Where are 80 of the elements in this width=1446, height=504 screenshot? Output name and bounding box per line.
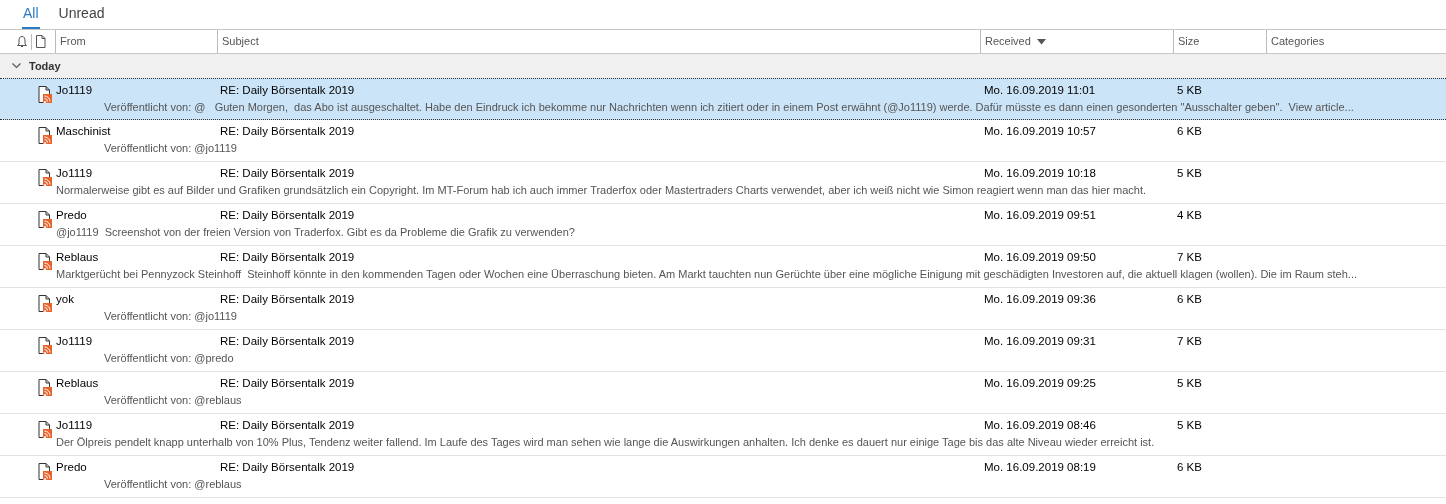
sender-name: Jo1119: [56, 334, 94, 350]
subject-text: RE: Daily Börsentalk 2019: [220, 460, 356, 476]
rss-document-icon: [38, 252, 52, 270]
column-header[interactable]: Subject: [222, 33, 259, 50]
sender-name: Maschinist: [56, 124, 112, 140]
group-label: Today: [29, 58, 61, 74]
attachment-document-icon[interactable]: [35, 35, 46, 48]
sender-name: Jo1119: [56, 166, 94, 182]
column-header[interactable]: Received: [985, 33, 1031, 50]
message-preview: Veröffentlicht von: @reblaus: [104, 393, 242, 408]
message-preview: Normalerweise gibt es auf Bilder und Grafiken grundsätzlich ein Copyright. Im MT-Forum hab ich auch immer Traderfox oder Mastertraders Charts verwendet, aber ich weiß nicht wie Simon reagiert wenn man das hier macht.: [56, 183, 1147, 198]
rss-document-icon: [38, 336, 52, 354]
message-preview: Veröffentlicht von: @jo1119: [104, 141, 237, 156]
subject-text: RE: Daily Börsentalk 2019: [220, 83, 356, 99]
received-date: Mo. 16.09.2019 09:25: [984, 376, 1097, 392]
sender-name: yok: [56, 292, 75, 308]
rss-document-icon: [38, 210, 52, 228]
sender-name: Reblaus: [56, 250, 100, 266]
received-date: Mo. 16.09.2019 09:51: [984, 208, 1097, 224]
message-size: 6 KB: [1177, 124, 1203, 140]
chevron-down-icon[interactable]: [12, 63, 21, 69]
sender-name: Jo1119: [56, 83, 94, 99]
message-row[interactable]: Jo1119 RE: Daily Börsentalk 2019 Mo. 16.09.2019 09:31 7 KB Veröffentlicht von: @predo: [0, 330, 1446, 372]
rss-document-icon: [38, 168, 52, 186]
received-date: Mo. 16.09.2019 09:50: [984, 250, 1097, 266]
rss-document-icon: [38, 378, 52, 396]
message-size: 5 KB: [1177, 376, 1203, 392]
subject-text: RE: Daily Börsentalk 2019: [220, 208, 356, 224]
message-preview: Veröffentlicht von: @predo: [104, 351, 234, 366]
message-size: 7 KB: [1177, 250, 1203, 266]
received-date: Mo. 16.09.2019 08:19: [984, 460, 1097, 476]
reminder-bell-icon[interactable]: [16, 35, 28, 48]
received-date: Mo. 16.09.2019 08:46: [984, 418, 1097, 434]
message-size: 5 KB: [1177, 83, 1203, 99]
rss-document-icon: [38, 126, 52, 144]
tab[interactable]: Unread: [57, 0, 106, 29]
rss-document-icon: [38, 294, 52, 312]
message-preview: Veröffentlicht von: @reblaus: [104, 477, 242, 492]
sender-name: Jo1119: [56, 418, 94, 434]
message-preview: @jo1119 Screenshot von der freien Version von Traderfox. Gibt es da Probleme die Grafik zu verwenden?: [56, 225, 575, 240]
message-size: 5 KB: [1177, 166, 1203, 182]
column-header[interactable]: Size: [1178, 33, 1200, 50]
column-header[interactable]: Categories: [1271, 33, 1325, 50]
message-preview: Veröffentlicht von: @jo1119: [104, 309, 237, 324]
received-date: Mo. 16.09.2019 09:36: [984, 292, 1097, 308]
message-row[interactable]: Reblaus RE: Daily Börsentalk 2019 Mo. 16.09.2019 09:25 5 KB Veröffentlicht von: @reblaus: [0, 372, 1446, 414]
sort-descending-icon: [1036, 38, 1046, 45]
subject-text: RE: Daily Börsentalk 2019: [220, 376, 356, 392]
subject-text: RE: Daily Börsentalk 2019: [220, 292, 356, 308]
sender-name: Reblaus: [56, 376, 100, 392]
rss-document-icon: [38, 420, 52, 438]
message-row[interactable]: [0, 78, 1446, 120]
subject-text: RE: Daily Börsentalk 2019: [220, 124, 356, 140]
received-date: Mo. 16.09.2019 10:57: [984, 124, 1097, 140]
message-size: 6 KB: [1177, 460, 1203, 476]
message-row[interactable]: Predo RE: Daily Börsentalk 2019 Mo. 16.09.2019 09:51 4 KB @jo1119 Screenshot von der freien Version von Traderfox. Gibt es da Probleme die Grafik zu verwenden?: [0, 204, 1446, 246]
message-size: 7 KB: [1177, 334, 1203, 350]
rss-document-icon: [38, 462, 52, 480]
message-preview: Veröffentlicht von: @ Guten Morgen, das Abo ist ausgeschaltet. Habe den Eindruck ich bekomme nur Nachrichten wenn ich zitiert oder in einem Post erwähnt (@Jo1119) werde. Dafür müsste es dann einen gesonderten "Ausschalter geben". View article...: [104, 100, 1354, 115]
message-preview: Der Ölpreis pendelt knapp unterhalb von 10% Plus, Tendenz weiter fallend. Im Laufe des Tages wird man sehen wie lange die Auswirkungen anhalten. Ich denke es dauert nur einige Tage bis das alte Niveau wieder erreicht ist.: [56, 435, 1155, 450]
subject-text: RE: Daily Börsentalk 2019: [220, 250, 356, 266]
message-size: 6 KB: [1177, 292, 1203, 308]
message-size: 4 KB: [1177, 208, 1203, 224]
sender-name: Predo: [56, 208, 88, 224]
message-row[interactable]: Maschinist RE: Daily Börsentalk 2019 Mo. 16.09.2019 10:57 6 KB Veröffentlicht von: @jo1119: [0, 120, 1446, 162]
subject-text: RE: Daily Börsentalk 2019: [220, 418, 356, 434]
message-row[interactable]: yok RE: Daily Börsentalk 2019 Mo. 16.09.2019 09:36 6 KB Veröffentlicht von: @jo1119: [0, 288, 1446, 330]
subject-text: RE: Daily Börsentalk 2019: [220, 334, 356, 350]
column-header[interactable]: From: [60, 33, 86, 50]
rss-document-icon: [38, 85, 52, 103]
received-date: Mo. 16.09.2019 10:18: [984, 166, 1097, 182]
tab[interactable]: All: [22, 0, 40, 29]
message-preview: Marktgerücht bei Pennyzock Steinhoff Steinhoff könnte in den kommenden Tagen oder Wochen eine Überraschung bieten. Am Markt tauchten nun Gerüchte über eine mögliche Einigung mit geschädigten Investoren auf, die aktuell klagen (wollen). Die im Raum steh...: [56, 267, 1357, 282]
received-date: Mo. 16.09.2019 09:31: [984, 334, 1097, 350]
sender-name: Predo: [56, 460, 88, 476]
group-header[interactable]: Today: [0, 54, 1446, 78]
subject-text: RE: Daily Börsentalk 2019: [220, 166, 356, 182]
message-row[interactable]: Predo RE: Daily Börsentalk 2019 Mo. 16.09.2019 08:19 6 KB Veröffentlicht von: @reblaus: [0, 456, 1446, 498]
received-date: Mo. 16.09.2019 11:01: [984, 83, 1097, 99]
message-size: 5 KB: [1177, 418, 1203, 434]
